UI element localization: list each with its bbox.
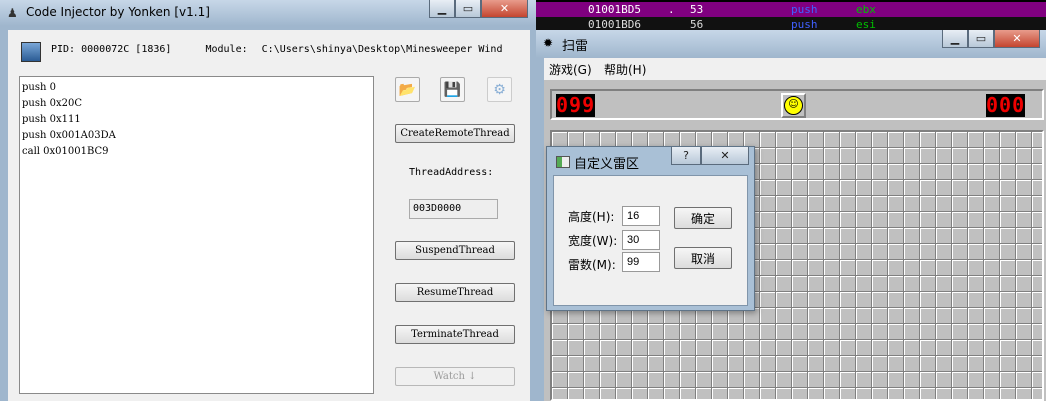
gear-icon: ⚙ <box>493 81 506 98</box>
module-value: C:\Users\shinya\Desktop\Minesweeper Wind <box>261 44 503 55</box>
dialog-help-button[interactable]: ? <box>671 147 701 165</box>
pid-value: 0000072C [1836] <box>81 44 172 55</box>
pid-label: PID: <box>51 44 76 55</box>
timer-display: 000 <box>986 93 1026 117</box>
custom-field-dialog: 自定义雷区 ? ✕ 高度(H): 宽度(W): 雷数(M): 确定 取消 <box>546 146 755 311</box>
minesweeper-title: 扫雷 <box>562 39 589 54</box>
watch-button[interactable]: Watch ↓ <box>395 367 515 386</box>
minimize-button[interactable]: ▁ <box>429 0 455 18</box>
close-icon: ✕ <box>1012 32 1022 45</box>
width-input[interactable] <box>622 230 660 250</box>
code-editor[interactable]: push 0 push 0x20C push 0x111 push 0x001A… <box>19 76 374 394</box>
close-icon: ✕ <box>720 149 730 162</box>
mines-label: 雷数(M): <box>568 258 616 272</box>
mine-close-button[interactable]: ✕ <box>994 30 1040 48</box>
create-remote-thread-button[interactable]: CreateRemoteThread <box>395 124 515 143</box>
debugger-row: 01001BD5 . 53 push ebx <box>536 2 1046 17</box>
minimize-icon: ▁ <box>950 32 960 45</box>
maximize-icon: ▭ <box>975 32 987 45</box>
debugger-operand: esi <box>856 18 876 30</box>
pid-info: PID: 0000072C [1836] Module: C:\Users\sh… <box>51 44 502 55</box>
thread-address-label: ThreadAddress: <box>409 167 494 178</box>
ok-button[interactable]: 确定 <box>674 207 732 229</box>
close-icon: ✕ <box>499 2 510 15</box>
debugger-mnemonic: push <box>791 18 818 30</box>
menu-game[interactable]: 游戏(G) <box>549 61 592 78</box>
save-button[interactable]: 💾 <box>440 77 465 102</box>
code-line: push 0x111 <box>22 114 81 125</box>
suspend-thread-button[interactable]: SuspendThread <box>395 241 515 260</box>
thread-address-field[interactable]: 003D0000 <box>409 199 498 219</box>
help-icon: ? <box>683 149 689 162</box>
injector-window: ♟ Code Injector by Yonken [v1.1] ▁ ▭ ✕ P… <box>0 0 536 401</box>
status-panel: 099 ☺ 000 <box>550 89 1044 120</box>
save-disk-icon: 💾 <box>443 81 462 98</box>
mines-input[interactable] <box>622 252 660 272</box>
app-icon: ♟ <box>7 6 18 20</box>
menu-bar: 游戏(G) 帮助(H) <box>544 58 1046 80</box>
mine-maximize-button[interactable]: ▭ <box>968 30 994 48</box>
terminate-thread-button[interactable]: TerminateThread <box>395 325 515 344</box>
debugger-bytes: 56 <box>690 18 704 30</box>
process-picker-icon[interactable] <box>21 42 41 62</box>
mine-minimize-button[interactable]: ▁ <box>942 30 968 48</box>
maximize-button[interactable]: ▭ <box>455 0 481 18</box>
smiley-face-icon: ☺ <box>784 96 803 115</box>
mine-app-icon: ✹ <box>543 36 554 50</box>
dialog-client: 高度(H): 宽度(W): 雷数(M): 确定 取消 <box>553 175 748 306</box>
debugger-bytes: 53 <box>690 3 704 16</box>
width-label: 宽度(W): <box>568 234 618 248</box>
debugger-address: 01001BD5 <box>588 3 641 16</box>
open-button[interactable]: 📂 <box>395 77 420 102</box>
code-line: push 0x20C <box>22 98 82 109</box>
dialog-window-icon <box>556 156 570 168</box>
debugger-mnemonic: push <box>791 3 818 16</box>
settings-button[interactable]: ⚙ <box>487 77 512 102</box>
code-line: call 0x01001BC9 <box>22 146 109 157</box>
code-line: push 0 <box>22 82 56 93</box>
resume-thread-button[interactable]: ResumeThread <box>395 283 515 302</box>
new-game-button[interactable]: ☺ <box>781 93 806 118</box>
debugger-row: 01001BD6 56 push esi <box>536 17 1046 30</box>
injector-titlebar[interactable]: ♟ Code Injector by Yonken [v1.1] ▁ ▭ ✕ <box>0 0 536 26</box>
maximize-icon: ▭ <box>462 2 474 15</box>
dialog-title: 自定义雷区 <box>574 157 640 172</box>
menu-help[interactable]: 帮助(H) <box>604 61 646 78</box>
height-input[interactable] <box>622 206 660 226</box>
cancel-button[interactable]: 取消 <box>674 247 732 269</box>
dialog-close-button[interactable]: ✕ <box>701 147 749 165</box>
minesweeper-titlebar[interactable]: ✹ 扫雷 ▁ ▭ ✕ <box>536 30 1046 58</box>
debugger-background: 01001BD5 . 53 push ebx 01001BD6 56 push … <box>536 0 1046 30</box>
debugger-marker: . <box>668 3 675 16</box>
debugger-address: 01001BD6 <box>588 18 641 30</box>
open-folder-icon: 📂 <box>398 81 417 98</box>
module-label: Module: <box>205 44 248 55</box>
injector-title: Code Injector by Yonken [v1.1] <box>26 5 210 19</box>
minimize-icon: ▁ <box>437 2 447 15</box>
close-button[interactable]: ✕ <box>481 0 528 18</box>
code-line: push 0x001A03DA <box>22 130 116 141</box>
debugger-operand: ebx <box>856 3 876 16</box>
height-label: 高度(H): <box>568 210 615 224</box>
injector-client: PID: 0000072C [1836] Module: C:\Users\sh… <box>8 30 530 401</box>
mine-counter: 099 <box>556 93 596 117</box>
